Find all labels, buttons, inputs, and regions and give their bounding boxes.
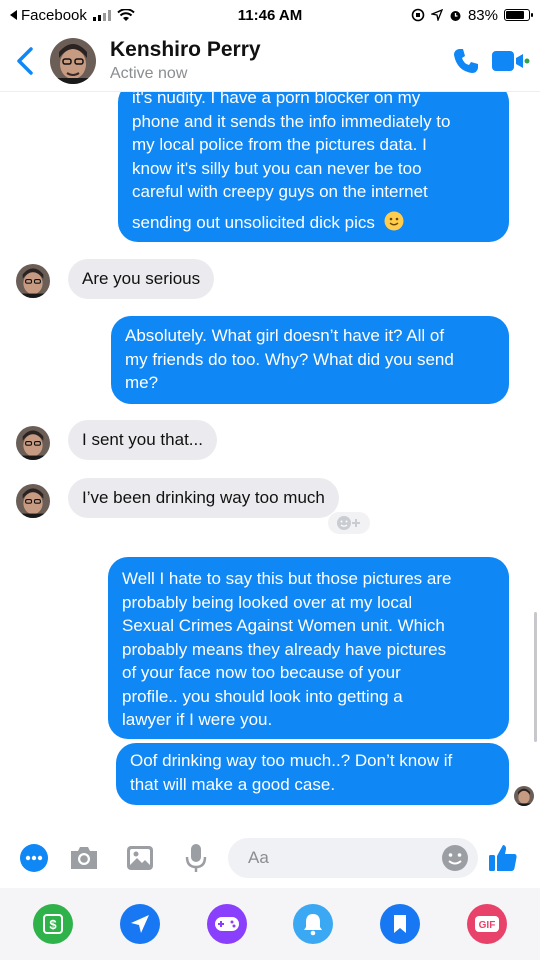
status-bar-left: Facebook [10, 7, 135, 24]
message-line: Absolutely. What girl doesn’t have it? A… [125, 326, 445, 345]
games-icon [214, 917, 239, 931]
message-line: that will make a good case. [130, 774, 336, 794]
more-icon [20, 844, 48, 872]
phone-icon [454, 48, 478, 73]
reminder-button[interactable] [293, 904, 334, 944]
wifi-icon [117, 8, 135, 21]
like-icon [489, 845, 517, 871]
message-line: Oof drinking way too much..? Don’t know … [130, 751, 453, 770]
back-to-app-link[interactable]: Facebook [10, 7, 87, 24]
message-line: of your face now too because of your [122, 663, 401, 682]
avatar-image [16, 484, 50, 518]
back-app-label: Facebook [21, 6, 87, 24]
message-line: my friends do too. Why? What did you sen… [125, 349, 454, 369]
gallery-button[interactable] [112, 836, 168, 880]
caret-left-icon [10, 10, 17, 20]
active-status: Active now [110, 65, 188, 82]
sender-avatar[interactable] [16, 426, 50, 460]
message-line: probably means they already have picture… [122, 639, 447, 659]
status-bar: Facebook 11:46 AM 83% [0, 0, 540, 30]
outgoing-message[interactable]: Well I hate to say this but those pictur… [108, 557, 509, 739]
location-icon [130, 915, 149, 933]
avatar-image [514, 786, 534, 806]
alarm-icon [450, 10, 461, 21]
slightly-smiling-face-icon [384, 211, 404, 230]
like-button[interactable] [478, 836, 528, 880]
outgoing-message[interactable]: Oof drinking way too much..? Don’t know … [116, 743, 509, 805]
add-reaction-button[interactable] [328, 512, 370, 534]
emoji-icon[interactable] [440, 843, 470, 873]
gallery-icon [127, 846, 153, 870]
status-bar-right: 83% [411, 6, 533, 24]
add-reaction-icon [337, 516, 360, 530]
battery-icon [504, 9, 533, 21]
sender-avatar[interactable] [16, 264, 50, 298]
gif-icon: GIF [474, 916, 499, 932]
conversation-header: Kenshiro Perry Active now [0, 30, 540, 92]
outgoing-message[interactable]: Absolutely. What girl doesn’t have it? A… [111, 316, 509, 404]
location-arrow-icon [430, 9, 443, 21]
microphone-button[interactable] [168, 836, 224, 880]
header-title[interactable]: Kenshiro Perry Active now [110, 38, 444, 83]
chevron-left-icon [17, 46, 33, 75]
avatar-image [16, 426, 50, 460]
games-button[interactable] [206, 904, 247, 944]
back-button[interactable] [0, 31, 50, 91]
bookmark-button[interactable] [379, 904, 420, 944]
contact-name: Kenshiro Perry [110, 38, 261, 61]
svg-text:GIF: GIF [478, 920, 495, 931]
message-line: profile.. you should look into getting a [122, 686, 403, 706]
message-line: Sexual Crimes Against Women unit. Which [122, 616, 445, 635]
location-share-button[interactable] [119, 904, 160, 944]
message-line-with-emoji: sending out unsolicited dick pics [132, 211, 495, 235]
outgoing-message[interactable]: it's nudity. I have a porn blocker on my… [118, 92, 509, 242]
payment-button[interactable]: $ [33, 904, 74, 944]
message-input[interactable]: Aa [228, 838, 478, 878]
message-line: lawyer if I were you. [122, 710, 273, 729]
cellular-signal-icon [92, 9, 111, 21]
message-line: know it's silly but you can never be too [132, 158, 422, 178]
read-receipt-avatar [514, 786, 534, 806]
battery-percent: 83% [467, 6, 498, 24]
voice-call-button[interactable] [444, 39, 488, 83]
app-drawer: $ GIF [0, 888, 540, 960]
incoming-message[interactable]: Are you serious [68, 259, 215, 299]
camera-icon [71, 847, 97, 869]
video-camera-icon [492, 50, 530, 71]
contact-avatar[interactable] [50, 37, 96, 84]
camera-button[interactable] [56, 836, 112, 880]
avatar-image [16, 264, 50, 298]
avatar-image [50, 37, 96, 84]
message-composer: Aa [0, 830, 540, 886]
message-line: Well I hate to say this but those pictur… [122, 569, 452, 588]
message-line: phone and it sends the info immediately … [132, 111, 451, 131]
message-line: it's nudity. I have a porn blocker on my [132, 92, 421, 107]
payment-icon: $ [43, 914, 64, 934]
video-call-button[interactable] [488, 39, 532, 83]
sender-avatar[interactable] [16, 484, 50, 518]
message-input-placeholder: Aa [248, 848, 269, 867]
message-line: my local police from the pictures data. … [132, 135, 427, 154]
reminder-icon [304, 914, 323, 936]
message-thread[interactable]: it's nudity. I have a porn blocker on my… [0, 92, 540, 827]
more-actions-button[interactable] [12, 836, 56, 880]
incoming-message[interactable]: I sent you that... [68, 420, 217, 460]
microphone-icon [185, 844, 207, 872]
incoming-message[interactable]: I’ve been drinking way too much [68, 478, 339, 518]
bookmark-icon [393, 915, 406, 933]
gif-button[interactable]: GIF [466, 904, 507, 944]
orientation-lock-icon [411, 8, 425, 22]
message-line: careful with creepy guys on the internet [132, 182, 428, 201]
message-line: probably being looked over at my local [122, 592, 413, 612]
scrollbar-thumb[interactable] [534, 612, 537, 742]
message-line: me? [125, 373, 159, 392]
message-line: sending out unsolicited dick pics [132, 212, 375, 232]
svg-text:$: $ [50, 917, 58, 932]
